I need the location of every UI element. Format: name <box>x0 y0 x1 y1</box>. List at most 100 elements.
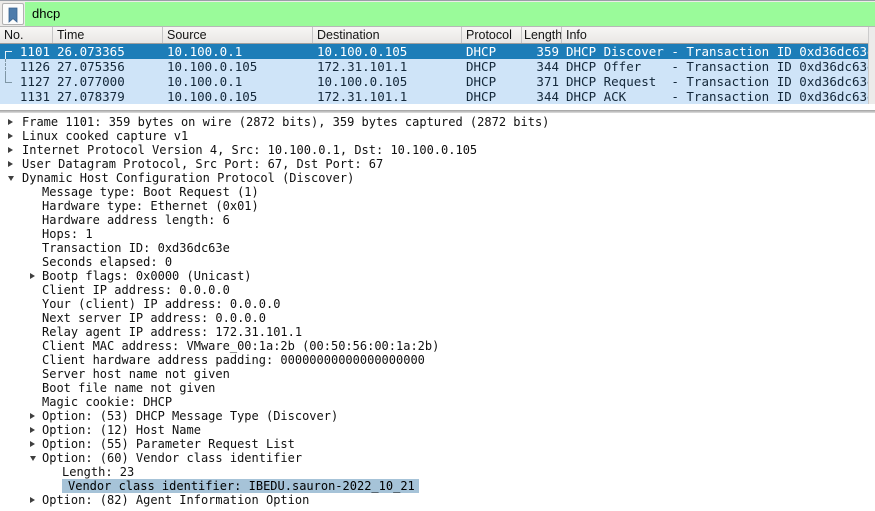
column-header-source[interactable]: Source <box>163 27 313 43</box>
detail-row[interactable]: Your (client) IP address: 0.0.0.0 <box>0 297 875 311</box>
chevron-down-icon[interactable] <box>8 176 14 181</box>
chevron-down-icon[interactable] <box>30 456 36 461</box>
related-packet-indicator <box>5 51 12 59</box>
detail-row-text: Boot file name not given <box>42 381 215 395</box>
chevron-right-icon[interactable] <box>30 441 35 447</box>
packet-cell-info: DHCP Request - Transaction ID 0xd36dc63e <box>562 74 875 89</box>
packet-cell-info: DHCP Discover - Transaction ID 0xd36dc63… <box>562 44 875 59</box>
detail-row-text: Option: (53) DHCP Message Type (Discover… <box>42 409 338 423</box>
detail-row[interactable]: Option: (53) DHCP Message Type (Discover… <box>0 409 875 423</box>
detail-row-text: Seconds elapsed: 0 <box>42 255 172 269</box>
detail-row-text: Transaction ID: 0xd36dc63e <box>42 241 230 255</box>
packet-cell-length: 344 <box>522 89 562 104</box>
packet-row[interactable]: 112627.07535610.100.0.105172.31.101.1DHC… <box>0 59 875 74</box>
related-packet-indicator <box>5 74 12 83</box>
packet-row[interactable]: 112727.07700010.100.0.110.100.0.105DHCP3… <box>0 74 875 89</box>
packet-cell-length: 359 <box>522 44 562 59</box>
chevron-right-icon[interactable] <box>30 497 35 503</box>
detail-row[interactable]: Bootp flags: 0x0000 (Unicast) <box>0 269 875 283</box>
packet-cell-source: 10.100.0.105 <box>163 59 313 74</box>
packet-cell-time: 26.073365 <box>53 44 163 59</box>
detail-row[interactable]: Transaction ID: 0xd36dc63e <box>0 241 875 255</box>
packet-cell-info: DHCP Offer - Transaction ID 0xd36dc63e <box>562 59 875 74</box>
chevron-right-icon[interactable] <box>8 133 13 139</box>
column-header-time[interactable]: Time <box>53 27 163 43</box>
packet-detail-pane: Frame 1101: 359 bytes on wire (2872 bits… <box>0 113 875 511</box>
detail-row[interactable]: Client IP address: 0.0.0.0 <box>0 283 875 297</box>
chevron-right-icon[interactable] <box>8 161 13 167</box>
detail-row-text: Option: (60) Vendor class identifier <box>42 451 302 465</box>
detail-row-text: Linux cooked capture v1 <box>22 129 188 143</box>
detail-row[interactable]: Linux cooked capture v1 <box>0 129 875 143</box>
column-header-length[interactable]: Length <box>522 27 562 43</box>
packet-cell-source: 10.100.0.1 <box>163 74 313 89</box>
vertical-scrollbar[interactable] <box>868 27 875 104</box>
detail-row[interactable]: Hardware type: Ethernet (0x01) <box>0 199 875 213</box>
detail-row[interactable]: Next server IP address: 0.0.0.0 <box>0 311 875 325</box>
packet-cell-time: 27.075356 <box>53 59 163 74</box>
detail-row-text: Client IP address: 0.0.0.0 <box>42 283 230 297</box>
detail-row[interactable]: Relay agent IP address: 172.31.101.1 <box>0 325 875 339</box>
detail-row[interactable]: Server host name not given <box>0 367 875 381</box>
detail-row-text: Your (client) IP address: 0.0.0.0 <box>42 297 280 311</box>
packet-cell-destination: 10.100.0.105 <box>313 44 462 59</box>
packet-cell-protocol: DHCP <box>462 89 522 104</box>
detail-row-text: Internet Protocol Version 4, Src: 10.100… <box>22 143 477 157</box>
detail-row-text: Bootp flags: 0x0000 (Unicast) <box>42 269 252 283</box>
detail-row-text: User Datagram Protocol, Src Port: 67, Ds… <box>22 157 383 171</box>
column-header-destination[interactable]: Destination <box>313 27 462 43</box>
packet-list-header: No.TimeSourceDestinationProtocolLengthIn… <box>0 26 875 44</box>
packet-cell-destination: 10.100.0.105 <box>313 74 462 89</box>
packet-cell-time: 27.077000 <box>53 74 163 89</box>
display-filter-input[interactable]: dhcp <box>25 2 875 26</box>
detail-row[interactable]: Client MAC address: VMware_00:1a:2b (00:… <box>0 339 875 353</box>
detail-row-text: Dynamic Host Configuration Protocol (Dis… <box>22 171 354 185</box>
column-header-no[interactable]: No. <box>0 27 53 43</box>
detail-row[interactable]: Internet Protocol Version 4, Src: 10.100… <box>0 143 875 157</box>
wireshark-window: dhcp No.TimeSourceDestinationProtocolLen… <box>0 0 875 511</box>
detail-row[interactable]: Option: (55) Parameter Request List <box>0 437 875 451</box>
chevron-right-icon[interactable] <box>30 413 35 419</box>
packet-cell-destination: 172.31.101.1 <box>313 59 462 74</box>
packet-cell-protocol: DHCP <box>462 74 522 89</box>
detail-row[interactable]: Boot file name not given <box>0 381 875 395</box>
detail-row-text: Option: (55) Parameter Request List <box>42 437 295 451</box>
detail-row[interactable]: Option: (60) Vendor class identifier <box>0 451 875 465</box>
display-filter-bar: dhcp <box>0 0 875 26</box>
packet-cell-destination: 172.31.101.1 <box>313 89 462 104</box>
detail-row[interactable]: Frame 1101: 359 bytes on wire (2872 bits… <box>0 115 875 129</box>
detail-row[interactable]: Magic cookie: DHCP <box>0 395 875 409</box>
detail-row-text: Frame 1101: 359 bytes on wire (2872 bits… <box>22 115 549 129</box>
detail-row[interactable]: Option: (12) Host Name <box>0 423 875 437</box>
detail-row[interactable]: Hops: 1 <box>0 227 875 241</box>
chevron-right-icon[interactable] <box>30 273 35 279</box>
detail-row-text: Message type: Boot Request (1) <box>42 185 259 199</box>
column-header-protocol[interactable]: Protocol <box>462 27 522 43</box>
detail-row[interactable]: User Datagram Protocol, Src Port: 67, Ds… <box>0 157 875 171</box>
detail-row[interactable]: Client hardware address padding: 0000000… <box>0 353 875 367</box>
filter-bookmark-button[interactable] <box>2 3 24 25</box>
detail-row[interactable]: Message type: Boot Request (1) <box>0 185 875 199</box>
detail-row-text: Length: 23 <box>62 465 134 479</box>
detail-row-text: Hardware address length: 6 <box>42 213 230 227</box>
detail-row-text: Client MAC address: VMware_00:1a:2b (00:… <box>42 339 439 353</box>
detail-row[interactable]: Hardware address length: 6 <box>0 213 875 227</box>
detail-row[interactable]: Seconds elapsed: 0 <box>0 255 875 269</box>
detail-row-text: Magic cookie: DHCP <box>42 395 172 409</box>
detail-row[interactable]: Length: 23 <box>0 465 875 479</box>
chevron-right-icon[interactable] <box>8 119 13 125</box>
detail-row-text: Hops: 1 <box>42 227 93 241</box>
packet-cell-source: 10.100.0.1 <box>163 44 313 59</box>
chevron-right-icon[interactable] <box>30 427 35 433</box>
packet-cell-protocol: DHCP <box>462 44 522 59</box>
detail-row[interactable]: Vendor class identifier: IBEDU.sauron-20… <box>0 479 875 493</box>
detail-row-text: Client hardware address padding: 0000000… <box>42 353 425 367</box>
packet-row[interactable]: 113127.07837910.100.0.105172.31.101.1DHC… <box>0 89 875 104</box>
packet-row[interactable]: 110126.07336510.100.0.110.100.0.105DHCP3… <box>0 44 875 59</box>
packet-cell-info: DHCP ACK - Transaction ID 0xd36dc63e <box>562 89 875 104</box>
detail-row-text: Hardware type: Ethernet (0x01) <box>42 199 259 213</box>
detail-row[interactable]: Option: (82) Agent Information Option <box>0 493 875 507</box>
chevron-right-icon[interactable] <box>8 147 13 153</box>
detail-row[interactable]: Dynamic Host Configuration Protocol (Dis… <box>0 171 875 185</box>
column-header-info[interactable]: Info <box>562 27 875 43</box>
